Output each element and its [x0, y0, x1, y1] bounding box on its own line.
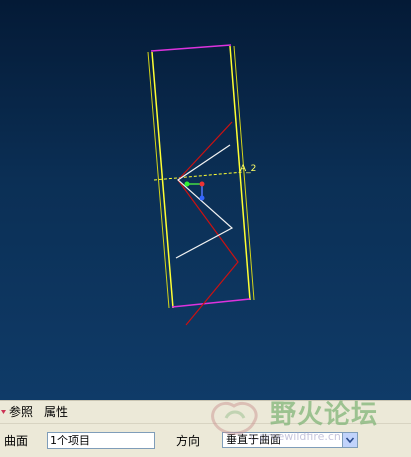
collapse-arrow-icon[interactable]	[0, 404, 8, 420]
sketch-curve-white[interactable]	[175, 144, 234, 259]
surface-edge-bottom	[171, 298, 251, 308]
direction-label: 方向	[176, 434, 201, 448]
direction-dropdown[interactable]: 垂直于曲面	[222, 432, 358, 448]
datum-axis-a2[interactable]	[153, 171, 244, 181]
surface-label: 曲面	[4, 434, 29, 448]
surface-edge-left-inner	[147, 51, 170, 309]
datum-axis-label: A_2	[240, 164, 257, 174]
projected-curve-red[interactable]	[177, 121, 239, 326]
tab-properties[interactable]: 属性	[44, 404, 68, 420]
coordinate-system-icon	[184, 181, 205, 201]
surface-edge-top	[150, 44, 232, 52]
chevron-down-icon[interactable]	[342, 433, 357, 447]
model-geometry	[147, 44, 255, 326]
direction-selected-value: 垂直于曲面	[226, 433, 281, 446]
surface-collector-field[interactable]: 1个项目	[47, 432, 155, 449]
panel-divider	[0, 423, 411, 424]
dashboard-panel: 参照 属性 曲面 1个项目 方向 垂直于曲面	[0, 400, 411, 457]
tab-references[interactable]: 参照	[9, 404, 33, 420]
graphics-viewport[interactable]: A_2	[0, 0, 411, 400]
